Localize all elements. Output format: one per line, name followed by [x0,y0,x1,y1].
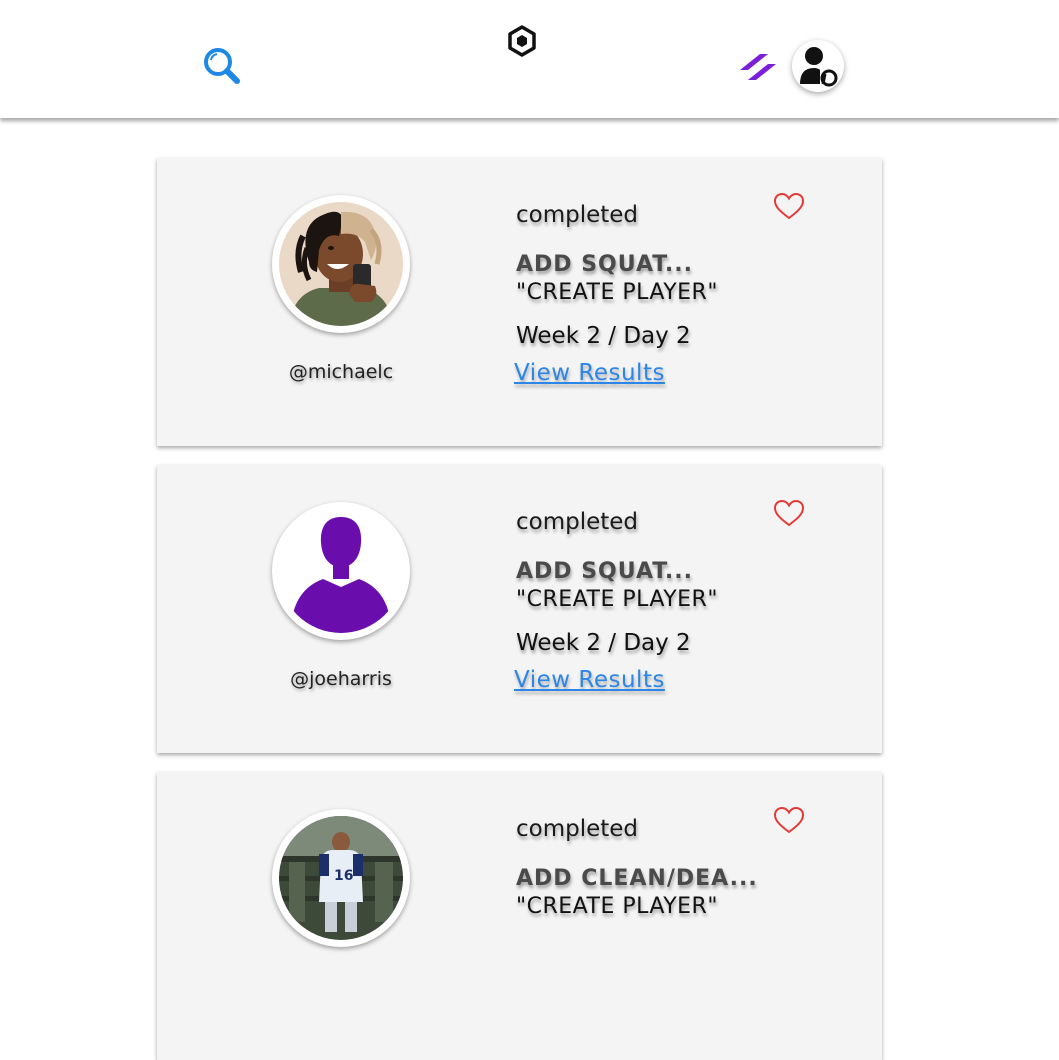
status-text: completed [516,509,639,535]
username[interactable]: @michaelc [241,361,441,383]
avatar[interactable] [272,502,410,640]
like-button[interactable] [772,191,806,221]
programs-button[interactable] [736,48,782,86]
user-silhouette-icon [279,509,403,633]
search-button[interactable] [200,44,244,88]
view-results-link[interactable]: View Results [514,667,665,693]
avatar[interactable]: 16 [272,809,410,947]
avatar-image [279,509,403,633]
activity-card: @michaelc completed ADD SQUAT... "CREATE… [157,158,882,446]
search-icon [204,48,240,84]
activity-card: 16 completed ADD CLEAN/DEA... "CREATE PL… [157,772,882,1060]
avatar-image: 16 [279,816,403,940]
hexagon-logo-icon [508,25,536,57]
user-profile-icon [800,47,838,87]
avatar-image [279,202,403,326]
status-text: completed [516,816,639,842]
profile-button[interactable] [792,40,844,92]
week-day-label: Week 2 / Day 2 [516,630,691,656]
activity-card: @joeharris completed ADD SQUAT... "CREAT… [157,465,882,753]
like-button[interactable] [772,498,806,528]
avatar[interactable] [272,195,410,333]
like-button[interactable] [772,805,806,835]
week-day-label: Week 2 / Day 2 [516,323,691,349]
view-results-link[interactable]: View Results [514,360,665,386]
exercise-name: ADD SQUAT... [516,252,693,277]
username[interactable]: @joeharris [241,668,441,690]
status-text: completed [516,202,639,228]
program-name: "CREATE PLAYER" [516,280,718,305]
double-slash-icon [740,54,776,80]
exercise-name: ADD CLEAN/DEA... [516,866,758,891]
program-name: "CREATE PLAYER" [516,587,718,612]
svg-text:16: 16 [334,868,353,884]
program-name: "CREATE PLAYER" [516,894,718,919]
heart-outline-icon [773,499,805,527]
heart-outline-icon [773,192,805,220]
exercise-name: ADD SQUAT... [516,559,693,584]
top-app-bar [0,0,1059,118]
heart-outline-icon [773,806,805,834]
app-logo [505,24,539,58]
activity-feed[interactable]: @michaelc completed ADD SQUAT... "CREATE… [0,0,1059,1060]
